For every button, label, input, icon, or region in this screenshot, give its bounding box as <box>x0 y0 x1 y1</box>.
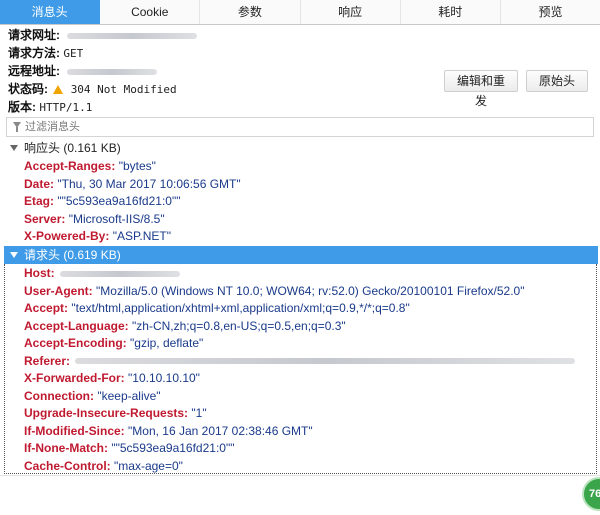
header-row[interactable]: Accept-Language: "zh-CN,zh;q=0.8,en-US;q… <box>24 318 346 335</box>
tab-timings[interactable]: 耗时 <box>401 0 501 24</box>
redacted-referer <box>75 358 576 365</box>
header-name: Etag: <box>24 194 54 208</box>
redacted-host <box>60 270 181 277</box>
header-value: "10.10.10.10" <box>128 371 200 385</box>
tab-preview[interactable]: 预览 <box>501 0 600 24</box>
edit-and-resend-button[interactable]: 编辑和重发 <box>444 70 518 108</box>
filter-headers-input[interactable] <box>25 119 585 134</box>
tab-cookie[interactable]: Cookie <box>100 0 201 24</box>
header-row[interactable]: Referer: <box>24 353 576 370</box>
status-value: 304 Not Modified <box>70 83 177 96</box>
header-row[interactable]: Accept-Ranges: "bytes" <box>24 158 156 175</box>
header-row[interactable]: Upgrade-Insecure-Requests: "1" <box>24 405 207 422</box>
request-headers-title: 请求头 (0.619 KB) <box>24 248 121 262</box>
request-method-value: GET <box>63 47 84 60</box>
filter-headers-box <box>6 117 594 137</box>
header-name: Date: <box>24 176 55 191</box>
header-name: User-Agent: <box>24 283 93 298</box>
request-headers-toggle[interactable]: 请求头 (0.619 KB) <box>4 246 598 264</box>
twisty-icon <box>10 145 18 151</box>
request-url-label: 请求网址: <box>8 28 60 42</box>
header-name: Server: <box>24 211 66 226</box>
header-name: X-Powered-By: <box>24 229 110 243</box>
request-summary: 请求网址: 请求方法: GET 远程地址: 状态码: 304 Not Modif… <box>8 26 428 116</box>
tab-params[interactable]: 参数 <box>200 0 301 24</box>
header-name: Accept-Encoding: <box>24 336 127 350</box>
header-name: Upgrade-Insecure-Requests: <box>24 406 189 420</box>
request-method-row: 请求方法: GET <box>8 44 428 62</box>
header-value: ""5c593ea9a16fd21:0"" <box>111 441 235 455</box>
redacted-remote-address <box>67 68 158 75</box>
header-value: "Mozilla/5.0 (Windows NT 10.0; WOW64; rv… <box>96 283 525 298</box>
version-value: HTTP/1.1 <box>39 101 93 114</box>
tab-headers[interactable]: 消息头 <box>0 0 101 24</box>
tab-bar: 消息头 Cookie 参数 响应 耗时 预览 <box>0 0 600 25</box>
header-row[interactable]: Server: "Microsoft-IIS/8.5" <box>24 211 165 228</box>
header-row[interactable]: If-None-Match: ""5c593ea9a16fd21:0"" <box>24 440 234 457</box>
header-row[interactable]: Cache-Control: "max-age=0" <box>24 458 183 475</box>
header-value: "max-age=0" <box>114 458 183 473</box>
header-value: "gzip, deflate" <box>130 336 204 350</box>
speed-badge[interactable]: 76 <box>582 477 600 511</box>
tab-response[interactable]: 响应 <box>301 0 401 24</box>
header-name: Cache-Control: <box>24 458 111 473</box>
header-value: "text/html,application/xhtml+xml,applica… <box>71 301 410 315</box>
remote-address-row: 远程地址: <box>8 62 428 80</box>
version-label: 版本: <box>8 100 36 114</box>
header-row[interactable]: If-Modified-Since: "Mon, 16 Jan 2017 02:… <box>24 423 313 440</box>
request-url-row: 请求网址: <box>8 26 428 44</box>
header-row[interactable]: User-Agent: "Mozilla/5.0 (Windows NT 10.… <box>24 283 525 300</box>
header-name: If-Modified-Since: <box>24 423 125 438</box>
header-row[interactable]: Accept-Encoding: "gzip, deflate" <box>24 335 203 352</box>
header-value: "keep-alive" <box>97 388 161 403</box>
header-row[interactable]: Connection: "keep-alive" <box>24 388 161 405</box>
header-name: If-None-Match: <box>24 441 108 455</box>
request-method-label: 请求方法: <box>8 46 60 60</box>
version-row: 版本: HTTP/1.1 <box>8 98 428 116</box>
header-name: Referer: <box>24 353 71 368</box>
header-value: "Microsoft-IIS/8.5" <box>68 211 165 226</box>
header-row[interactable]: Accept: "text/html,application/xhtml+xml… <box>24 300 410 317</box>
header-row[interactable]: X-Forwarded-For: "10.10.10.10" <box>24 370 200 387</box>
header-value: "zh-CN,zh;q=0.8,en-US;q=0.5,en;q=0.3" <box>132 318 346 333</box>
header-name: X-Forwarded-For: <box>24 371 125 385</box>
redacted-url <box>67 32 198 39</box>
response-headers-toggle[interactable]: 响应头 (0.161 KB) <box>4 139 598 157</box>
header-value: ""5c593ea9a16fd21:0"" <box>57 194 181 208</box>
header-row[interactable]: Host: <box>24 265 181 282</box>
status-label: 状态码: <box>8 82 48 96</box>
twisty-icon <box>10 252 18 258</box>
header-row[interactable]: X-Powered-By: "ASP.NET" <box>24 228 171 245</box>
response-headers-title: 响应头 (0.161 KB) <box>24 141 121 155</box>
header-value: "1" <box>191 406 207 420</box>
header-value: "bytes" <box>118 159 156 173</box>
header-name: Connection: <box>24 388 94 403</box>
header-value: "Mon, 16 Jan 2017 02:38:46 GMT" <box>128 423 313 438</box>
warning-triangle-icon <box>53 85 64 94</box>
header-value: "ASP.NET" <box>112 229 172 243</box>
status-row: 状态码: 304 Not Modified <box>8 80 428 98</box>
funnel-icon <box>13 122 21 132</box>
raw-headers-button[interactable]: 原始头 <box>526 70 588 92</box>
header-name: Accept-Ranges: <box>24 159 116 173</box>
header-name: Accept-Language: <box>24 318 129 333</box>
header-name: Accept: <box>24 301 69 315</box>
panel-bottom-divider <box>0 475 600 476</box>
header-value: "Thu, 30 Mar 2017 10:06:56 GMT" <box>57 176 241 191</box>
header-row[interactable]: Etag: ""5c593ea9a16fd21:0"" <box>24 193 180 210</box>
remote-address-label: 远程地址: <box>8 64 60 78</box>
header-row[interactable]: Date: "Thu, 30 Mar 2017 10:06:56 GMT" <box>24 176 241 193</box>
header-name: Host: <box>24 266 55 280</box>
